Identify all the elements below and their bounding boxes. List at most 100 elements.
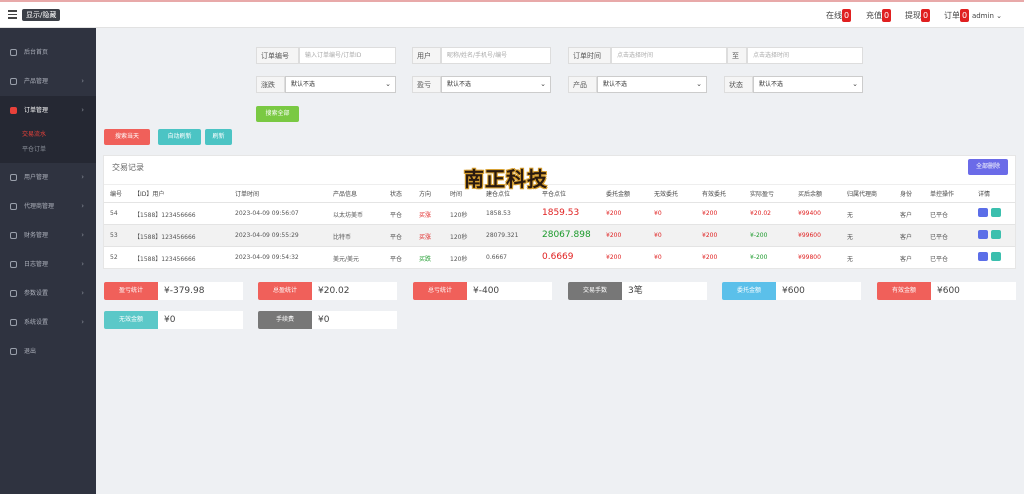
summary-value: ¥0	[312, 311, 397, 329]
order-count-badge: 0	[960, 9, 970, 22]
search-all-button[interactable]: 搜索全部	[256, 106, 299, 122]
sidebar-subitem-closed-orders[interactable]: 平仓订单	[0, 142, 96, 157]
view-icon[interactable]	[978, 230, 988, 239]
summary-label: 有效金额	[877, 282, 931, 300]
online-count-badge: 0	[842, 9, 852, 22]
user-input[interactable]: 昵称/姓名/手机号/编号	[441, 47, 551, 64]
view-icon[interactable]	[978, 208, 988, 217]
cell-balance: ¥99400	[798, 210, 821, 217]
col-header: 无效委托	[654, 191, 679, 198]
updown-select[interactable]: 默认不选 ⌄	[285, 76, 396, 93]
summary-label: 总亏统计	[413, 282, 467, 300]
sidebar-item-products[interactable]: 产品管理 ›	[0, 67, 96, 96]
order-stat[interactable]: 订单 0	[944, 9, 970, 22]
profit-select[interactable]: 默认不选 ⌄	[441, 76, 551, 93]
cell-time: 2023-04-09 09:56:07	[235, 210, 299, 217]
chevron-right-icon: ›	[81, 231, 84, 239]
sidebar-item-home[interactable]: 后台首页	[0, 38, 96, 67]
col-header: 委托金额	[606, 191, 631, 198]
chevron-down-icon: ⌄	[996, 12, 1002, 20]
withdraw-stat[interactable]: 提现 0	[905, 9, 931, 22]
col-header: 身份	[900, 191, 913, 198]
end-time-input[interactable]: 点击选择时间	[747, 47, 863, 64]
cell-pnl: ¥-200	[750, 254, 768, 261]
online-stat[interactable]: 在线 0	[826, 9, 852, 22]
sidebar-subitem-trade-flow[interactable]: 交易流水	[0, 127, 96, 142]
cell-direction: 买涨	[419, 234, 432, 241]
cell-period: 120秒	[450, 234, 468, 241]
summary-label: 无效金额	[104, 311, 158, 329]
cell-product: 美元/美元	[333, 256, 360, 263]
cell-role: 客户	[900, 234, 913, 241]
cell-direction: 买涨	[419, 212, 432, 219]
row-actions	[978, 208, 1004, 219]
summary-stat: 有效金额 ¥600	[877, 282, 1016, 300]
cell-invalid: ¥0	[654, 254, 662, 261]
cell-valid: ¥200	[702, 232, 718, 239]
summary-value: ¥600	[776, 282, 861, 300]
sidebar-item-params[interactable]: 参数设置 ›	[0, 279, 96, 308]
sidebar-submenu: 交易流水 平仓订单	[0, 125, 96, 163]
cell-op: 已平仓	[930, 256, 949, 263]
summary-label: 交易手数	[568, 282, 622, 300]
cell-amount: ¥200	[606, 232, 622, 239]
cell-status: 平仓	[390, 212, 403, 219]
detail-icon[interactable]	[991, 208, 1001, 217]
home-icon	[10, 49, 17, 56]
status-select[interactable]: 默认不选 ⌄	[753, 76, 863, 93]
table-row: 52 【1588】123456666 2023-04-09 09:54:32 美元/美…	[104, 246, 1015, 268]
cell-balance: ¥99600	[798, 232, 821, 239]
sidebar-item-system[interactable]: 系统设置 ›	[0, 308, 96, 337]
brand-watermark-logo: 南正科技	[464, 167, 548, 191]
auto-refresh-button[interactable]: 自动刷新	[158, 129, 201, 145]
chevron-right-icon: ›	[81, 289, 84, 297]
user-menu[interactable]: admin ⌄	[972, 12, 1002, 20]
recharge-stat[interactable]: 充值 0	[866, 9, 892, 22]
cell-agent: 无	[847, 234, 854, 241]
chevron-right-icon: ›	[81, 77, 84, 85]
menu-icon[interactable]	[8, 10, 17, 19]
sidebar-item-agents[interactable]: 代理商管理 ›	[0, 192, 96, 221]
cell-user: 【1588】123456666	[134, 256, 196, 263]
detail-icon[interactable]	[991, 252, 1001, 261]
chevron-right-icon: ›	[81, 318, 84, 326]
cell-time: 2023-04-09 09:55:29	[235, 232, 299, 239]
order-no-label: 订单编号	[256, 47, 299, 64]
col-header: 单控操作	[930, 191, 955, 198]
view-icon[interactable]	[978, 252, 988, 261]
sidebar-item-finance[interactable]: 财务管理 ›	[0, 221, 96, 250]
cell-op: 已平仓	[930, 234, 949, 241]
summary-value: 3笔	[622, 282, 707, 300]
start-time-input[interactable]: 点击选择时间	[611, 47, 727, 64]
delete-all-button[interactable]: 全部删除	[968, 159, 1008, 175]
summary-value: ¥0	[158, 311, 243, 329]
cell-invalid: ¥0	[654, 210, 662, 217]
sidebar-item-orders[interactable]: 订单管理 ›	[0, 96, 96, 125]
toggle-sidebar-button[interactable]: 显示/隐藏	[22, 9, 61, 21]
agent-icon	[10, 203, 17, 210]
cell-status: 平仓	[390, 234, 403, 241]
cell-open: 0.6667	[486, 254, 507, 261]
refresh-button[interactable]: 刷新	[205, 129, 232, 145]
cell-agent: 无	[847, 256, 854, 263]
logout-icon	[10, 348, 17, 355]
search-today-button[interactable]: 搜索当天	[104, 129, 150, 145]
to-label: 至	[727, 47, 747, 64]
table-row: 54 【1588】123456666 2023-04-09 09:56:07 以太坊美…	[104, 202, 1015, 224]
row-actions	[978, 252, 1004, 263]
summary-label: 手续费	[258, 311, 312, 329]
sidebar-item-logout[interactable]: 退出	[0, 337, 96, 366]
summary-value: ¥20.02	[312, 282, 397, 300]
product-select[interactable]: 默认不选 ⌄	[597, 76, 707, 93]
sidebar-item-users[interactable]: 用户管理 ›	[0, 163, 96, 192]
detail-icon[interactable]	[991, 230, 1001, 239]
user-icon	[10, 174, 17, 181]
recharge-count-badge: 0	[882, 9, 892, 22]
sidebar-item-logs[interactable]: 日志管理 ›	[0, 250, 96, 279]
order-no-input[interactable]: 输入订单编号/订单ID	[299, 47, 396, 64]
cell-time: 2023-04-09 09:54:32	[235, 254, 299, 261]
cell-id: 53	[110, 232, 118, 239]
cell-close: 0.6669	[542, 252, 574, 262]
withdraw-count-badge: 0	[921, 9, 931, 22]
chevron-down-icon: ⌄	[696, 80, 702, 88]
